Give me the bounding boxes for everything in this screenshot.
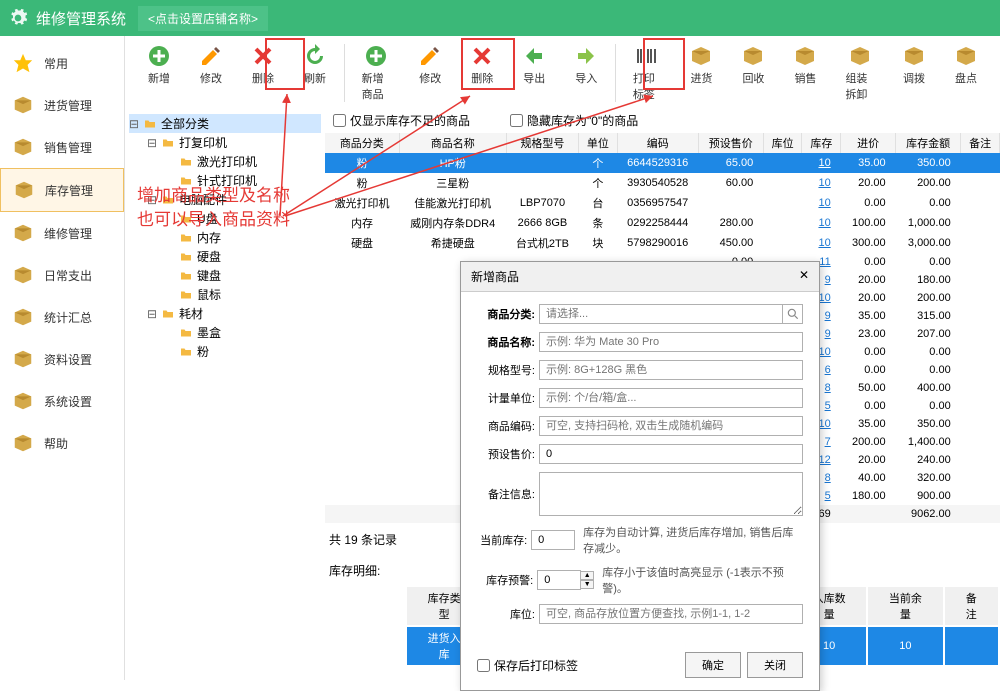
sidebar-item-统计汇总[interactable]: 统计汇总 (0, 296, 124, 338)
table-row[interactable]: 粉HP粉个664452931665.001035.00350.00 (325, 153, 1000, 173)
total-amount: 9062.00 (896, 505, 961, 523)
column-header[interactable]: 备注 (961, 133, 1000, 153)
column-header[interactable]: 单位 (579, 133, 618, 153)
tree-node[interactable]: 鼠标 (129, 285, 321, 304)
highlight-box (265, 38, 305, 90)
toolbar-销售[interactable]: 销售 (779, 40, 831, 106)
toolbar-导入[interactable]: 导入 (560, 40, 612, 106)
category-input[interactable] (539, 304, 783, 324)
warn-input[interactable] (537, 570, 581, 590)
sidebar-item-销售管理[interactable]: 销售管理 (0, 126, 124, 168)
column-header[interactable]: 库存 (802, 133, 841, 153)
gear-icon (8, 8, 28, 28)
column-header[interactable]: 预设售价 (698, 133, 763, 153)
sidebar-item-进货管理[interactable]: 进货管理 (0, 84, 124, 126)
dialog-title: 新增商品 (471, 268, 519, 285)
toolbar-调拨[interactable]: 调拨 (888, 40, 940, 106)
table-row[interactable]: 激光打印机佳能激光打印机LBP7070台0356957547100.000.00 (325, 193, 1000, 213)
highlight-box (461, 38, 515, 90)
tree-node[interactable]: ⊟全部分类 (129, 114, 321, 133)
shop-name-button[interactable]: <点击设置店铺名称> (138, 6, 268, 31)
tree-node[interactable]: ⊟耗材 (129, 304, 321, 323)
sidebar: 常用进货管理销售管理库存管理维修管理日常支出统计汇总资料设置系统设置帮助 (0, 36, 125, 680)
sidebar-item-库存管理[interactable]: 库存管理 (0, 168, 124, 212)
stepper[interactable]: ▲▼ (580, 571, 594, 589)
app-title: 维修管理系统 (36, 8, 126, 29)
sidebar-item-帮助[interactable]: 帮助 (0, 422, 124, 464)
column-header[interactable]: 规格型号 (506, 133, 578, 153)
table-row[interactable]: 内存威刚内存条DDR42666 8GB条0292258444280.001010… (325, 213, 1000, 233)
filter-low-stock[interactable]: 仅显示库存不足的商品 (333, 112, 470, 129)
column-header[interactable]: 库位 (763, 133, 802, 153)
highlight-box (643, 38, 685, 90)
app-header: 维修管理系统 <点击设置店铺名称> (0, 0, 1000, 36)
column-header[interactable]: 商品名称 (399, 133, 506, 153)
cancel-button[interactable]: 关闭 (747, 652, 803, 678)
save-print-checkbox[interactable]: 保存后打印标签 (477, 657, 578, 674)
price-input[interactable] (539, 444, 803, 464)
search-icon[interactable] (783, 304, 803, 324)
toolbar-盘点[interactable]: 盘点 (940, 40, 992, 106)
spec-input[interactable] (539, 360, 803, 380)
column-header[interactable]: 编码 (617, 133, 698, 153)
column-header[interactable]: 库存金额 (896, 133, 961, 153)
tree-node[interactable]: ⊟打复印机 (129, 133, 321, 152)
ok-button[interactable]: 确定 (685, 652, 741, 678)
annotation-text: 增加商品类型及名称也可以导入商品资料 (137, 184, 290, 232)
toolbar-新增[interactable]: 新增 (133, 40, 185, 106)
code-input[interactable] (539, 416, 803, 436)
toolbar-新增商品[interactable]: 新增商品 (348, 40, 405, 106)
toolbar-修改[interactable]: 修改 (185, 40, 237, 106)
sidebar-item-维修管理[interactable]: 维修管理 (0, 212, 124, 254)
sidebar-item-日常支出[interactable]: 日常支出 (0, 254, 124, 296)
unit-input[interactable] (539, 388, 803, 408)
tree-node[interactable]: 键盘 (129, 266, 321, 285)
remark-input[interactable] (539, 472, 803, 516)
tree-node[interactable]: 激光打印机 (129, 152, 321, 171)
toolbar-回收[interactable]: 回收 (727, 40, 779, 106)
stock-input[interactable] (531, 530, 575, 550)
column-header[interactable]: 进价 (841, 133, 896, 153)
filter-hide-zero[interactable]: 隐藏库存为"0"的商品 (510, 112, 638, 129)
sidebar-item-资料设置[interactable]: 资料设置 (0, 338, 124, 380)
add-product-dialog: 新增商品 ✕ 商品分类: 商品名称: 规格型号: 计量单位: 商品编码: 预设售… (460, 261, 820, 691)
table-row[interactable]: 硬盘希捷硬盘台式机2TB块5798290016450.0010300.003,0… (325, 233, 1000, 253)
name-input[interactable] (539, 332, 803, 352)
toolbar-修改[interactable]: 修改 (404, 40, 456, 106)
close-icon[interactable]: ✕ (799, 268, 809, 285)
toolbar: 新增修改删除刷新新增商品修改删除导出导入打印标签进货回收销售组装拆卸调拨盘点 (125, 36, 1000, 108)
tree-node[interactable]: 墨盒 (129, 323, 321, 342)
toolbar-导出[interactable]: 导出 (508, 40, 560, 106)
sidebar-item-系统设置[interactable]: 系统设置 (0, 380, 124, 422)
location-input[interactable] (539, 604, 803, 624)
column-header[interactable]: 商品分类 (325, 133, 399, 153)
tree-node[interactable]: 硬盘 (129, 247, 321, 266)
tree-node[interactable]: 粉 (129, 342, 321, 361)
detail-label: 库存明细: (329, 562, 380, 579)
toolbar-组装拆卸[interactable]: 组装拆卸 (831, 40, 888, 106)
table-row[interactable]: 粉三星粉个393054052860.001020.00200.00 (325, 173, 1000, 193)
sidebar-item-常用[interactable]: 常用 (0, 42, 124, 84)
